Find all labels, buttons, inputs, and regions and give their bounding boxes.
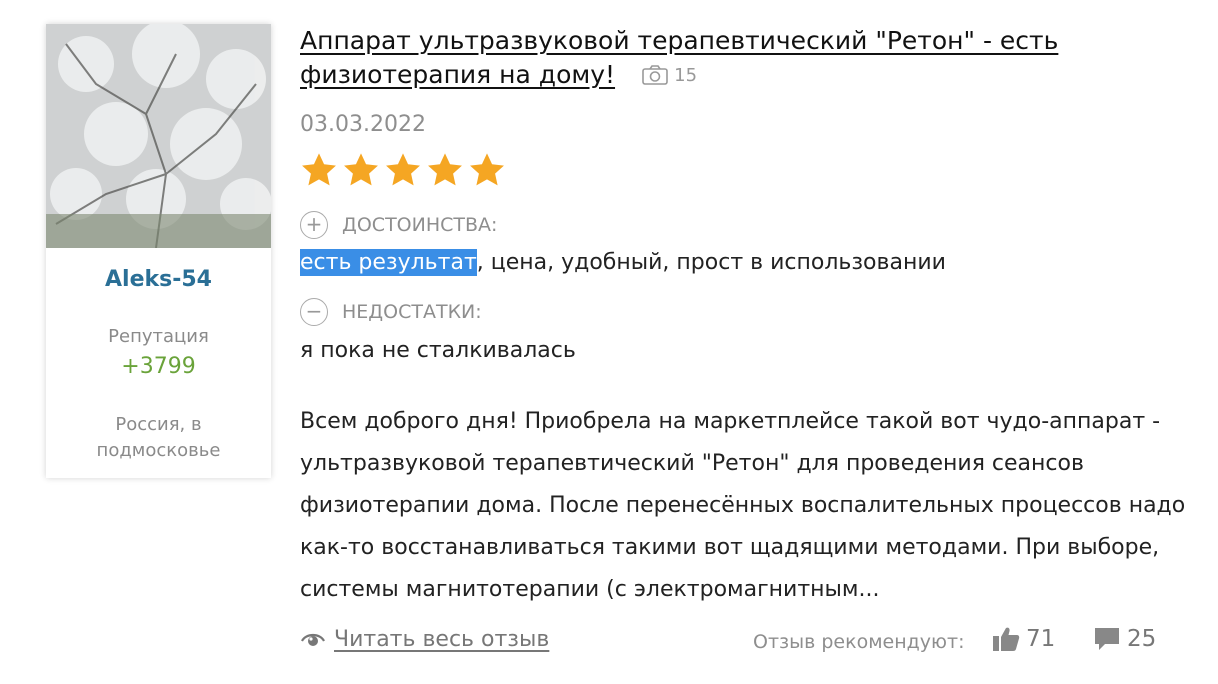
minus-circle-icon: − [300, 298, 328, 326]
cons-label-text: НЕДОСТАТКИ: [342, 301, 482, 323]
comments-count: 25 [1127, 626, 1157, 652]
star-icon [302, 153, 336, 186]
pros-highlight: есть результат [300, 249, 477, 276]
reputation-label: Репутация [108, 326, 209, 347]
star-icon [428, 153, 462, 186]
comment-icon [1095, 628, 1119, 650]
star-icon [344, 153, 378, 186]
likes-count: 71 [1026, 626, 1056, 652]
plus-circle-icon: + [300, 211, 328, 239]
pros-rest: , цена, удобный, прост в использовании [476, 250, 946, 275]
pros-label-text: ДОСТОИНСТВА: [342, 214, 498, 236]
cons-text: я пока не сталкивалась [300, 338, 576, 363]
author-avatar[interactable] [46, 24, 271, 248]
author-card: Aleks-54 Репутация +3799 Россия, в подмо… [46, 24, 271, 478]
eye-icon [301, 633, 325, 646]
rating-stars [300, 151, 506, 189]
photo-count-value: 15 [674, 65, 698, 86]
star-icon [470, 153, 504, 186]
comments-button[interactable]: 25 [1093, 626, 1156, 652]
author-location: Россия, в подмосковье [96, 414, 221, 461]
reputation-value: +3799 [121, 354, 196, 379]
review-title-row: Аппарат ультразвуковой терапевтический "… [300, 24, 1100, 92]
likes-button[interactable]: 71 [992, 626, 1055, 652]
review-date: 03.03.2022 [300, 112, 426, 137]
pros-text: есть результат, цена, удобный, прост в и… [300, 249, 946, 276]
review-body: Всем доброго дня! Приобрела на маркетпле… [300, 409, 1186, 602]
pros-label: + ДОСТОИНСТВА: [300, 211, 497, 239]
read-more-text: Читать весь отзыв [334, 627, 550, 652]
read-more-link[interactable]: Читать весь отзыв [300, 627, 549, 652]
recommend-label: Отзыв рекомендуют: [753, 631, 965, 653]
photo-count[interactable]: 15 [642, 65, 697, 86]
thumbs-up-icon [993, 627, 1020, 651]
cons-label: − НЕДОСТАТКИ: [300, 298, 482, 326]
camera-icon [642, 65, 668, 85]
author-name[interactable]: Aleks-54 [46, 267, 271, 292]
star-icon [386, 153, 420, 186]
